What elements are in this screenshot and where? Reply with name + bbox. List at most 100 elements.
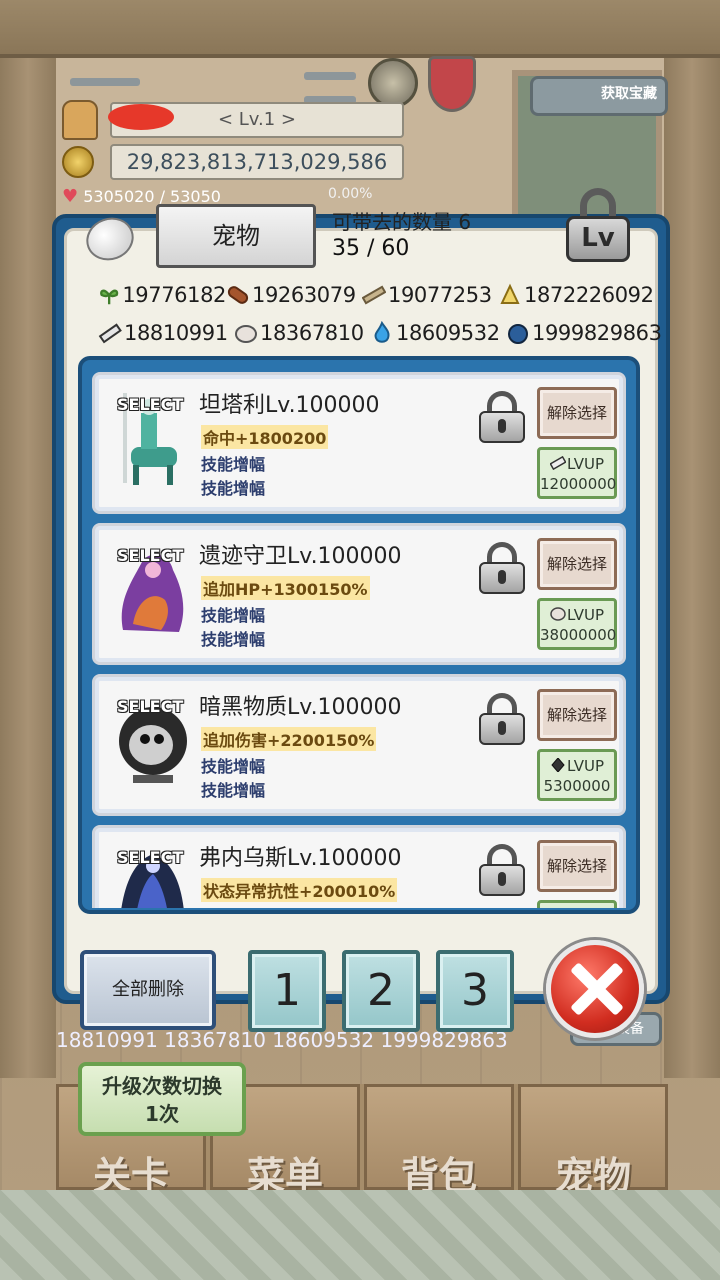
material-item: 18367810 [234, 321, 370, 345]
upgrade-toggle-line1: 升级次数切换 [102, 1074, 222, 1098]
pet-name: 暗黑物质Lv.100000 [199, 695, 402, 720]
material-value: 19077253 [388, 283, 492, 307]
pet-stat: 命中+1800200 [201, 425, 329, 449]
upgrade-count-toggle-button[interactable]: 升级次数切换 1次 [78, 1062, 246, 1136]
dark-crystal-icon [551, 758, 565, 772]
lv-lock-label: Lv [566, 216, 630, 262]
sword-icon [70, 78, 140, 86]
material-value: 19263079 [252, 283, 356, 307]
pet-skill: 技能增幅 [201, 455, 266, 474]
slot-2-button[interactable]: 2 [342, 950, 420, 1032]
material-item: 1872226092 [498, 283, 658, 307]
select-tag: SELECT [117, 697, 184, 716]
deselect-button[interactable]: 解除选择 [537, 689, 617, 741]
nav-tab-bag[interactable]: 背包 [364, 1084, 514, 1198]
pet-skill: 技能增幅 [201, 606, 266, 625]
select-tag: SELECT [117, 546, 184, 565]
wood-log-icon [227, 286, 249, 304]
carry-limit-label: 可带去的数量 6 [332, 210, 472, 234]
material-value: 19776182 [122, 283, 226, 307]
material-item: 1999829863 [506, 321, 666, 345]
redacted-name-mark [108, 104, 174, 130]
right-pillar [664, 58, 720, 1078]
carry-count: 35 / 60 [332, 236, 410, 261]
materials-row-1: 19776182 19263079 19077253 1872226092 [98, 278, 668, 312]
pet-name: 弗内乌斯Lv.100000 [199, 846, 402, 871]
lock-icon[interactable] [479, 542, 525, 594]
delete-all-button[interactable]: 全部删除 [80, 950, 216, 1030]
lvup-button[interactable]: LVUP 5300000 [537, 749, 617, 801]
materials-panel: 19776182 19263079 19077253 1872226092 18… [98, 278, 668, 354]
pet-list: SELECT 坦塔利Lv.100000 命中+1800200 技能增幅 技能增幅… [88, 368, 630, 908]
left-pillar [0, 58, 56, 1078]
lv-lock-button[interactable]: Lv [566, 188, 630, 262]
material-value: 18609532 [396, 321, 500, 345]
lvup-button[interactable] [537, 900, 617, 908]
pet-skill: 技能增幅 [201, 479, 266, 498]
nav-tab-pet[interactable]: 宠物 [518, 1084, 668, 1198]
lvup-label: LVUP [567, 757, 604, 775]
material-item: 19077253 [362, 283, 498, 307]
iron-ingot-icon [550, 456, 566, 470]
pet-card[interactable]: SELECT 遗迹守卫Lv.100000 追加HP+1300150% 技能增幅 … [92, 523, 626, 665]
pet-stat: 状态异常抗性+200010% [201, 878, 398, 902]
pet-skill: 技能增幅 [201, 757, 266, 776]
stone-icon [550, 607, 566, 621]
pet-name: 遗迹守卫Lv.100000 [199, 544, 402, 569]
lock-icon[interactable] [479, 844, 525, 896]
dagger-icon [304, 72, 356, 80]
material-value: 1872226092 [524, 283, 654, 307]
lvup-cost: 12000000 [540, 475, 617, 493]
pet-card[interactable]: SELECT 弗内乌斯Lv.100000 状态异常抗性+200010% 解除选择 [92, 825, 626, 908]
plank-icon [362, 285, 386, 305]
heart-icon: ♥ [62, 186, 79, 207]
pet-title-tab[interactable]: 宠物 [156, 204, 316, 268]
round-shield-icon [368, 58, 418, 108]
material-item: 19263079 [226, 283, 362, 307]
pet-stat: 追加HP+1300150% [201, 576, 370, 600]
lvup-button[interactable]: LVUP 12000000 [537, 447, 617, 499]
material-value: 1999829863 [532, 321, 662, 345]
select-tag: SELECT [117, 395, 184, 414]
player-avatar[interactable] [62, 100, 98, 140]
select-tag: SELECT [117, 848, 184, 867]
pet-card[interactable]: SELECT 坦塔利Lv.100000 命中+1800200 技能增幅 技能增幅… [92, 372, 626, 514]
stone-icon [235, 325, 257, 343]
upgrade-toggle-line2: 1次 [145, 1102, 179, 1126]
pet-card[interactable]: SELECT 暗黑物质Lv.100000 追加伤害+2200150% 技能增幅 … [92, 674, 626, 816]
lock-icon[interactable] [479, 693, 525, 745]
gold-coin-icon [62, 146, 94, 178]
pet-stat: 追加伤害+2200150% [201, 727, 377, 751]
iron-ingot-icon [98, 323, 122, 344]
pet-skill: 技能增幅 [201, 630, 266, 649]
material-item: 19776182 [98, 283, 226, 307]
material-item: 18810991 [98, 321, 234, 345]
material-value: 18810991 [124, 321, 228, 345]
get-treasure-button[interactable]: 获取宝藏 [530, 76, 668, 116]
exp-percent: 0.00% [328, 186, 373, 202]
slot-3-button[interactable]: 3 [436, 950, 514, 1032]
materials-row-2: 18810991 18367810 18609532 1999829863 [98, 316, 668, 350]
pet-list-panel[interactable]: SELECT 坦塔利Lv.100000 命中+1800200 技能增幅 技能增幅… [78, 356, 640, 914]
gold-amount: 29,823,813,713,029,586 [110, 144, 404, 180]
lvup-cost: 38000000 [540, 626, 617, 644]
top-frame [0, 0, 720, 58]
material-item: 18609532 [370, 321, 506, 345]
red-shield-icon [428, 56, 476, 112]
deselect-button[interactable]: 解除选择 [537, 840, 617, 892]
close-icon[interactable] [546, 940, 644, 1038]
lvup-cost: 5300000 [543, 777, 611, 795]
blue-flame-icon [374, 321, 390, 343]
gold-ore-icon [500, 283, 520, 304]
material-value: 18367810 [260, 321, 364, 345]
slot-1-button[interactable]: 1 [248, 950, 326, 1032]
slime-orb-icon [508, 324, 528, 344]
pet-name: 坦塔利Lv.100000 [199, 393, 380, 418]
lock-icon[interactable] [479, 391, 525, 443]
pet-skill: 技能增幅 [201, 781, 266, 800]
lvup-label: LVUP [567, 606, 604, 624]
deselect-button[interactable]: 解除选择 [537, 387, 617, 439]
lvup-button[interactable]: LVUP 38000000 [537, 598, 617, 650]
lvup-label: LVUP [567, 455, 604, 473]
deselect-button[interactable]: 解除选择 [537, 538, 617, 590]
